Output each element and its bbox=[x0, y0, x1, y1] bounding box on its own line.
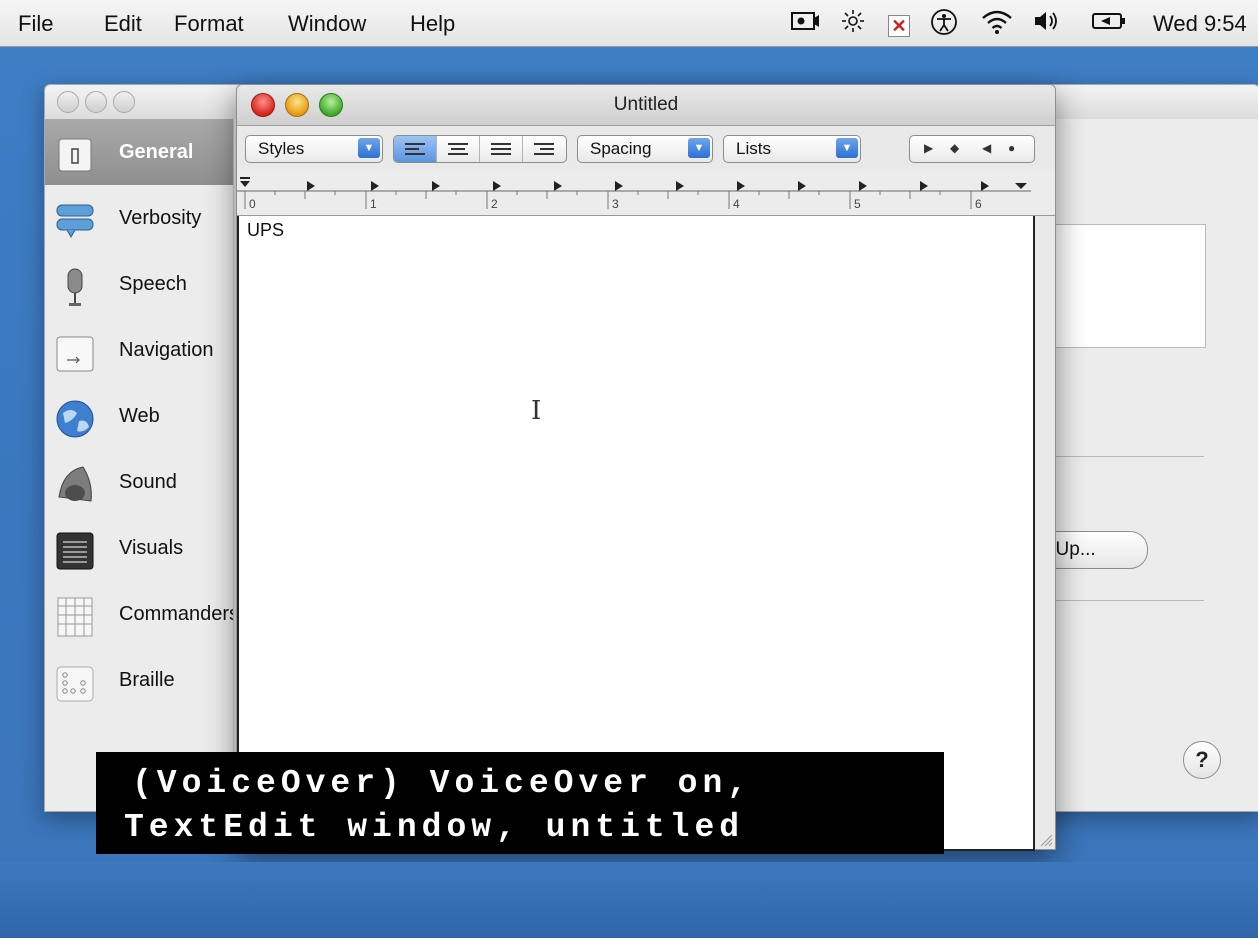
center-tab-icon[interactable]: ◆ bbox=[950, 141, 959, 155]
menu-file[interactable]: File bbox=[18, 11, 53, 37]
microphone-icon bbox=[53, 265, 97, 309]
zoom-button[interactable] bbox=[113, 91, 135, 113]
caption-line-2: TextEdit window, untitled bbox=[124, 809, 745, 846]
help-button[interactable]: ? bbox=[1183, 741, 1221, 779]
sidebar-item-label: General bbox=[119, 141, 194, 163]
voiceover-sidebar: General Verbosity Speech Navigation Web bbox=[45, 119, 239, 811]
battery-icon[interactable] bbox=[1090, 8, 1130, 40]
sidebar-item-label: Verbosity bbox=[119, 207, 202, 229]
sidebar-item-commanders[interactable]: Commanders bbox=[45, 581, 239, 647]
sidebar-item-label: Visuals bbox=[119, 537, 184, 559]
brightness-icon[interactable] bbox=[840, 8, 866, 40]
accessibility-icon[interactable] bbox=[930, 8, 958, 42]
ruler-number: 6 bbox=[975, 197, 982, 211]
sidebar-item-label: Commanders bbox=[119, 603, 240, 625]
speaker-icon bbox=[53, 463, 97, 507]
navigation-icon bbox=[53, 331, 97, 375]
sidebar-item-general[interactable]: General bbox=[45, 119, 235, 185]
align-justify-button[interactable] bbox=[480, 136, 523, 162]
sidebar-item-label: Sound bbox=[119, 471, 177, 493]
divider bbox=[1054, 456, 1204, 457]
styles-popup[interactable]: Styles ▼ bbox=[245, 135, 383, 163]
resize-grip-icon[interactable] bbox=[1037, 831, 1053, 847]
align-right-button[interactable] bbox=[523, 136, 565, 162]
ibeam-cursor-icon: I bbox=[531, 396, 542, 426]
menu-help[interactable]: Help bbox=[410, 11, 455, 37]
popup-arrow-icon: ▼ bbox=[688, 138, 710, 158]
volume-icon[interactable] bbox=[1032, 8, 1062, 40]
popup-arrow-icon: ▼ bbox=[836, 138, 858, 158]
general-icon bbox=[53, 133, 97, 177]
ruler-number: 3 bbox=[612, 197, 619, 211]
braille-icon bbox=[53, 661, 97, 705]
textedit-window: Untitled Styles ▼ Spacing ▼ Lists ▼ ▶ ◆ … bbox=[236, 84, 1056, 851]
alignment-control bbox=[393, 135, 567, 163]
menu-edit[interactable]: Edit bbox=[104, 11, 142, 37]
align-center-button[interactable] bbox=[437, 136, 480, 162]
sidebar-item-sound[interactable]: Sound bbox=[45, 449, 235, 515]
spacing-popup[interactable]: Spacing ▼ bbox=[577, 135, 713, 163]
desktop-background bbox=[0, 862, 1258, 938]
voiceover-caption-panel: (VoiceOver) VoiceOver on, TextEdit windo… bbox=[96, 752, 944, 854]
ruler-number: 1 bbox=[370, 197, 377, 211]
menu-format[interactable]: Format bbox=[174, 11, 244, 37]
ruler-number: 4 bbox=[733, 197, 740, 211]
sidebar-item-braille[interactable]: Braille bbox=[45, 647, 235, 713]
caption-line-1: (VoiceOver) VoiceOver on, bbox=[132, 765, 753, 802]
window-title: Untitled bbox=[613, 94, 679, 115]
verbosity-icon bbox=[53, 199, 97, 243]
document-text: UPS bbox=[247, 220, 285, 240]
popup-arrow-icon: ▼ bbox=[358, 138, 380, 158]
right-tab-icon[interactable]: ◀ bbox=[982, 141, 991, 155]
wifi-icon[interactable] bbox=[980, 8, 1014, 42]
align-left-button[interactable] bbox=[394, 136, 437, 162]
sidebar-item-label: Web bbox=[119, 405, 160, 427]
sidebar-item-speech[interactable]: Speech bbox=[45, 251, 235, 317]
grid-icon bbox=[53, 595, 97, 639]
sidebar-item-label: Navigation bbox=[119, 339, 214, 361]
menu-window[interactable]: Window bbox=[288, 11, 366, 37]
sidebar-item-verbosity[interactable]: Verbosity bbox=[45, 185, 235, 251]
close-x-icon[interactable]: ✕ bbox=[888, 12, 910, 38]
textedit-titlebar[interactable]: Untitled bbox=[237, 85, 1055, 126]
screen-record-icon[interactable] bbox=[790, 8, 820, 40]
decimal-tab-icon[interactable]: ● bbox=[1008, 141, 1015, 155]
ruler-number: 5 bbox=[854, 197, 861, 211]
menu-bar: File Edit Format Window Help ✕ Wed 9:54 bbox=[0, 0, 1258, 47]
sidebar-item-visuals[interactable]: Visuals bbox=[45, 515, 235, 581]
visuals-icon bbox=[53, 529, 97, 573]
minimize-button[interactable] bbox=[85, 91, 107, 113]
sidebar-item-label: Braille bbox=[119, 669, 175, 691]
globe-icon bbox=[53, 397, 97, 441]
sidebar-item-navigation[interactable]: Navigation bbox=[45, 317, 235, 383]
ruler-number: 2 bbox=[491, 197, 498, 211]
left-tab-icon[interactable]: ▶ bbox=[924, 141, 933, 155]
sidebar-item-web[interactable]: Web bbox=[45, 383, 235, 449]
ruler[interactable]: 0 1 2 3 4 5 6 bbox=[237, 169, 1055, 216]
ruler-number: 0 bbox=[249, 197, 256, 211]
close-button[interactable] bbox=[57, 91, 79, 113]
menu-clock[interactable]: Wed 9:54 bbox=[1153, 11, 1247, 37]
ruler-ticks bbox=[237, 177, 1031, 209]
sidebar-item-label: Speech bbox=[119, 273, 187, 295]
lists-popup[interactable]: Lists ▼ bbox=[723, 135, 861, 163]
divider bbox=[1054, 600, 1204, 601]
tab-stops-control[interactable]: ▶ ◆ ◀ ● bbox=[909, 135, 1035, 163]
format-toolbar: Styles ▼ Spacing ▼ Lists ▼ ▶ ◆ ◀ ● bbox=[237, 126, 1055, 168]
